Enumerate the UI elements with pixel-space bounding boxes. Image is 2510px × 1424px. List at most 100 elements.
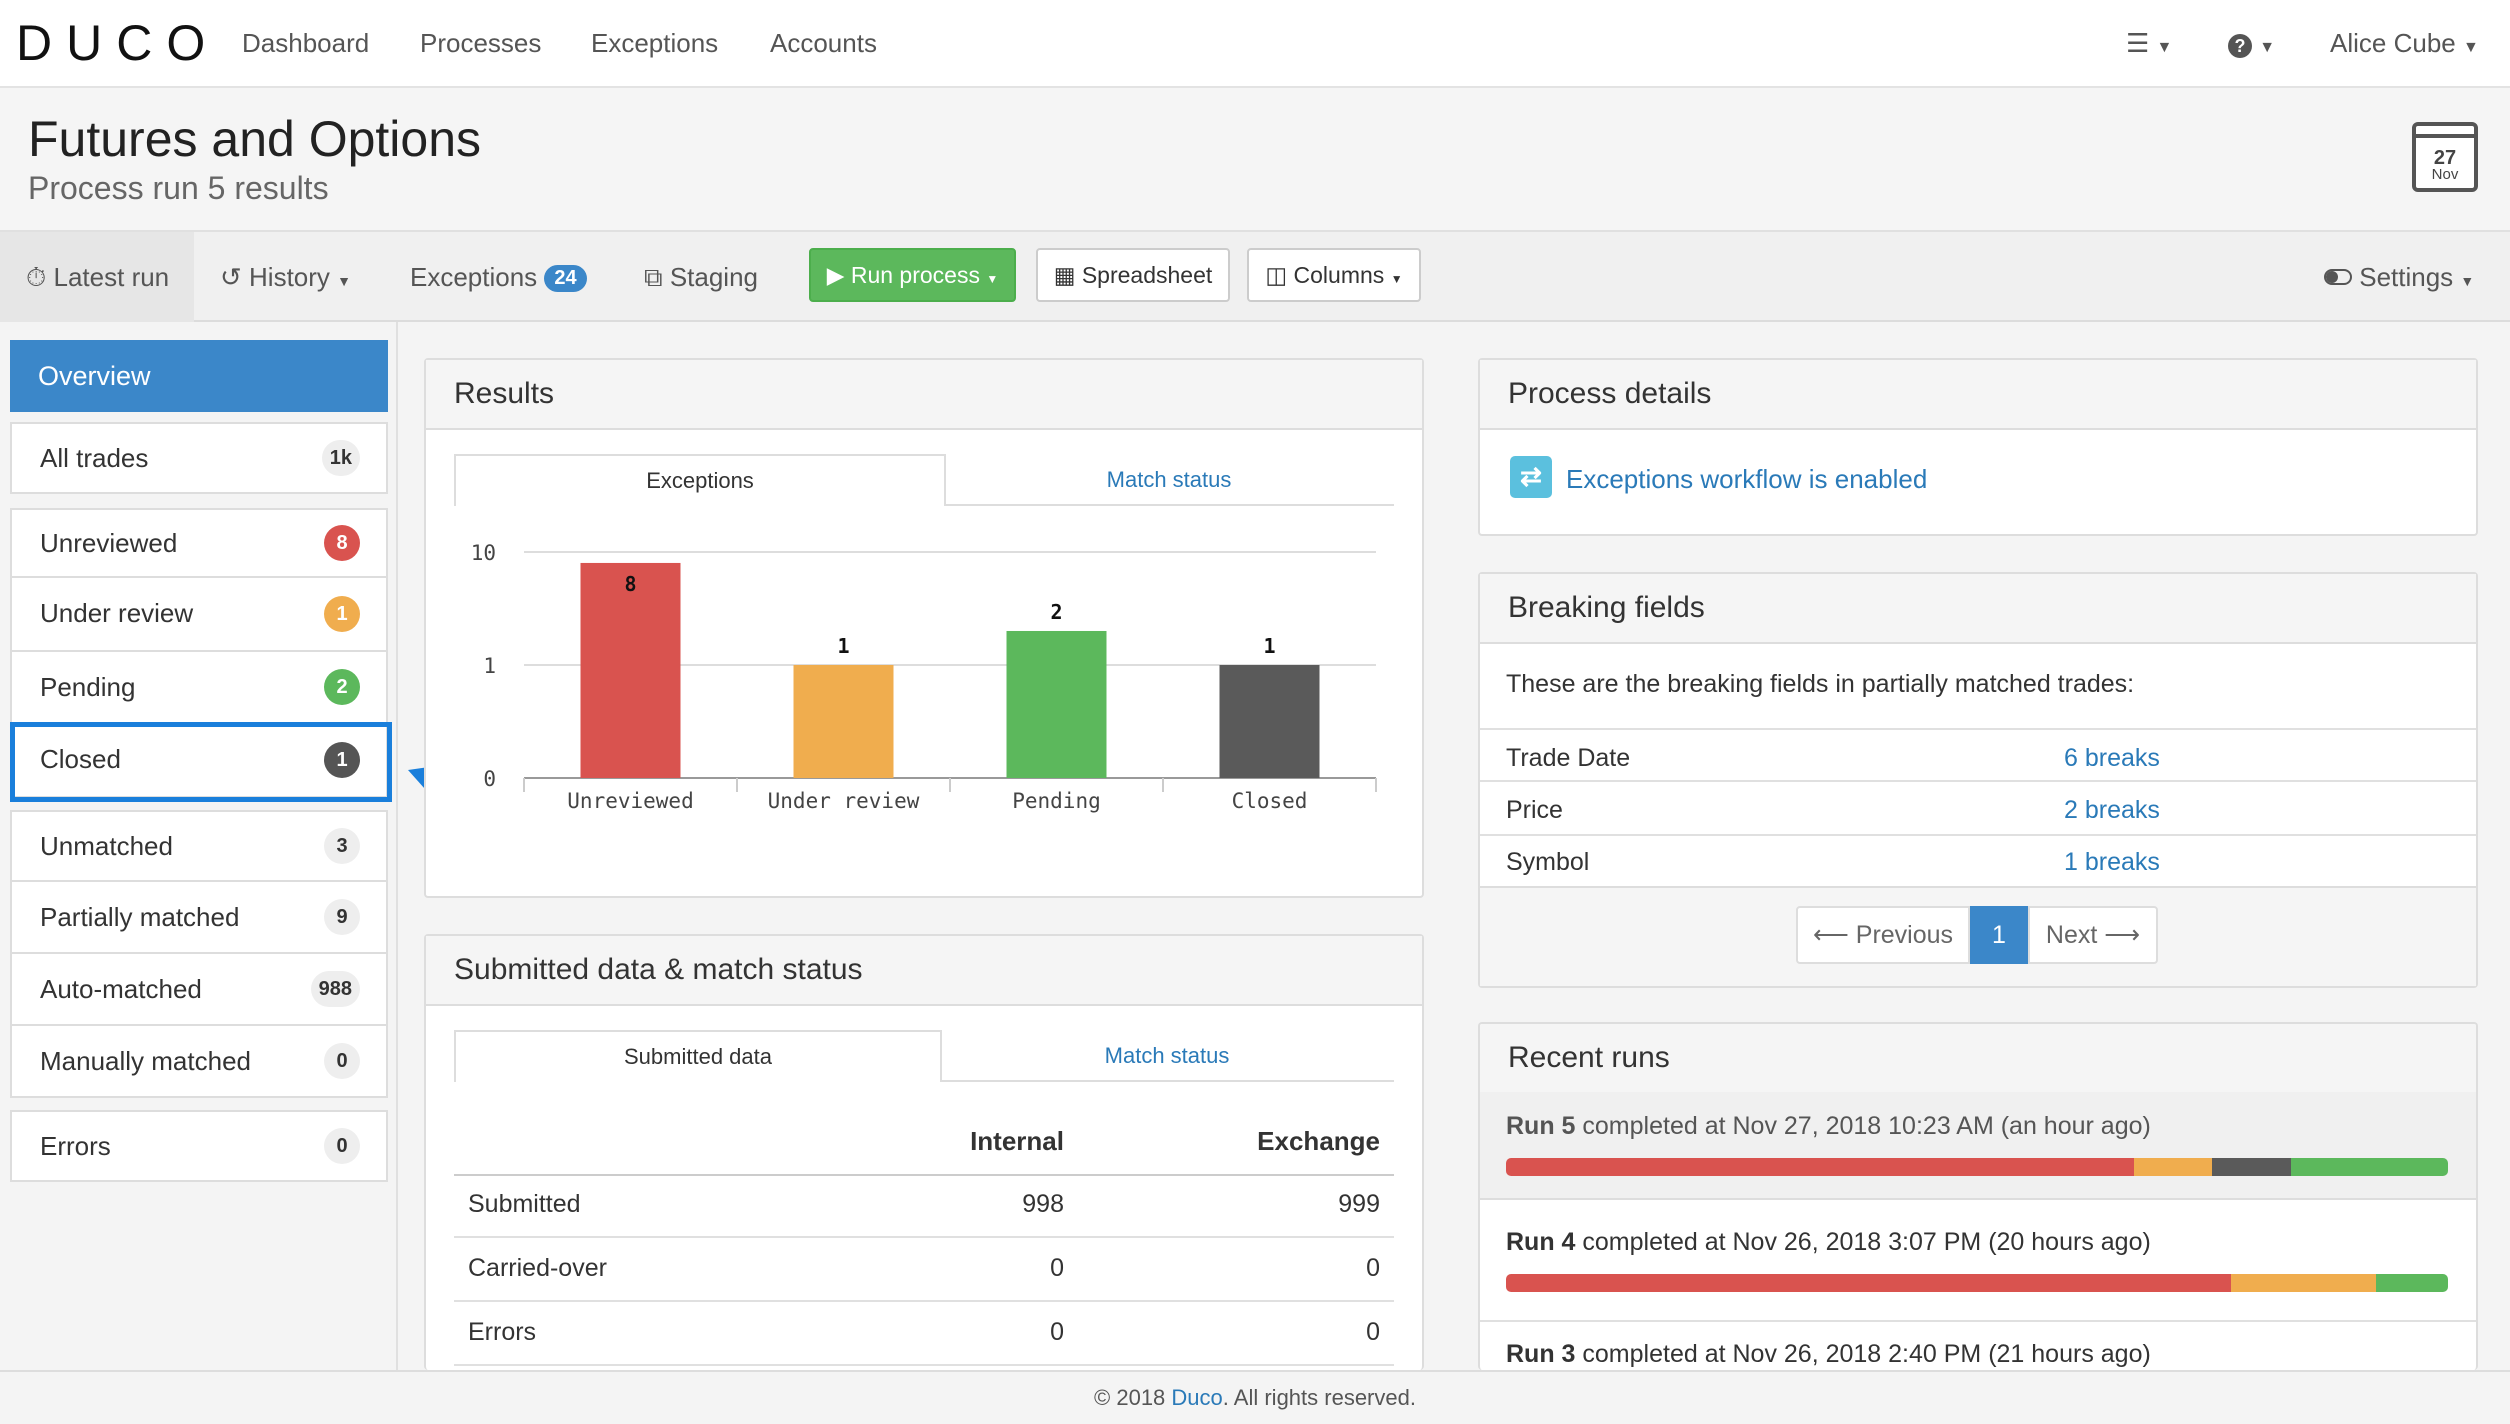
run-label: Run 3	[1506, 1340, 1576, 1368]
count-badge: 1k	[321, 440, 360, 476]
footer: © 2018 Duco. All rights reserved.	[0, 1370, 2510, 1424]
menu-dropdown[interactable]: ☰ ▼	[2126, 28, 2172, 59]
footer-copyright: © 2018	[1094, 1385, 1166, 1410]
row-label: Errors	[468, 1318, 537, 1346]
run-5-text: Run 5 completed at Nov 27, 2018 10:23 AM…	[1506, 1112, 2151, 1141]
run-4-progress-bar	[1506, 1274, 2448, 1292]
tab-history[interactable]: ↺ History ▼	[220, 262, 351, 293]
exceptions-text: Exceptions	[410, 262, 538, 292]
workflow-enabled-link[interactable]: Exceptions workflow is enabled	[1566, 464, 1927, 495]
run-3-text[interactable]: Run 3 completed at Nov 26, 2018 2:40 PM …	[1506, 1340, 2151, 1369]
duco-logo[interactable]: DUCO	[16, 14, 219, 72]
sidebar-item-unmatched[interactable]: Unmatched 3	[10, 810, 388, 882]
footer-rights: . All rights reserved.	[1222, 1385, 1416, 1410]
tab-underline	[946, 504, 1394, 506]
user-menu[interactable]: Alice Cube ▼	[2330, 28, 2479, 59]
process-details-title: Process details	[1480, 360, 2476, 430]
sidebar-item-errors[interactable]: Errors 0	[10, 1110, 388, 1182]
calendar-day: 27	[2433, 147, 2457, 169]
columns-icon: ◫	[1265, 262, 1288, 288]
spreadsheet-button[interactable]: ▦ Spreadsheet	[1036, 248, 1230, 302]
run-4-text[interactable]: Run 4 completed at Nov 26, 2018 3:07 PM …	[1506, 1228, 2151, 1257]
bar-under-review[interactable]	[793, 665, 894, 778]
calendar-icon[interactable]: 27 Nov	[2412, 122, 2478, 192]
x-tick-label: Unreviewed	[567, 789, 693, 813]
bar-pending[interactable]	[1006, 630, 1107, 778]
nav-processes[interactable]: Processes	[420, 28, 541, 59]
calendar-month: Nov	[2431, 166, 2459, 183]
toggle-icon	[2324, 269, 2352, 285]
next-page-button[interactable]: Next ⟶	[2028, 906, 2158, 964]
nav-dashboard[interactable]: Dashboard	[242, 28, 369, 59]
row-exchange: 0	[1366, 1254, 1380, 1282]
y-tick-label: 0	[483, 767, 496, 791]
sidebar-item-label: Auto-matched	[40, 974, 202, 1004]
run-item-5[interactable]	[1480, 1092, 2476, 1200]
tab-latest-run-label[interactable]: ⏱ Latest run	[26, 262, 169, 294]
process-details-panel: Process details	[1478, 358, 2478, 536]
run-bar-segment	[2290, 1158, 2448, 1176]
count-badge: 8	[324, 525, 360, 561]
sidebar-item-unreviewed[interactable]: Unreviewed 8	[10, 508, 388, 578]
breaking-field-link[interactable]: 1 breaks	[2064, 848, 2160, 877]
sidebar-item-pending[interactable]: Pending 2	[10, 652, 388, 724]
exceptions-bar-chart: 1010 8121 Unreviewed Under review Pending C…	[471, 541, 1377, 813]
tab-match-status-chart[interactable]: Match status	[946, 454, 1392, 506]
run-label: Run 5	[1506, 1112, 1576, 1140]
run-label: Run 4	[1506, 1228, 1576, 1256]
x-tick-label: Under review	[768, 789, 920, 813]
breaking-field-link[interactable]: 2 breaks	[2064, 796, 2160, 825]
x-tick-label: Pending	[1012, 789, 1101, 813]
sidebar-item-partially-matched[interactable]: Partially matched 9	[10, 882, 388, 954]
tab-submitted-data[interactable]: Submitted data	[454, 1030, 942, 1082]
breaking-fields-title: Breaking fields	[1480, 574, 2476, 644]
sidebar-item-under-review[interactable]: Under review 1	[10, 578, 388, 652]
copy-icon: ⧉	[644, 262, 663, 292]
row-label: Carried-over	[468, 1254, 607, 1282]
footer-brand-link[interactable]: Duco	[1171, 1385, 1222, 1410]
help-dropdown[interactable]: ? ▼	[2228, 28, 2275, 59]
col-internal-header: Internal	[970, 1126, 1064, 1156]
tab-match-status-table[interactable]: Match status	[942, 1030, 1392, 1082]
caret-down-icon: ▼	[2259, 39, 2276, 56]
caret-down-icon: ▼	[2462, 39, 2479, 56]
caret-down-icon: ▼	[2156, 39, 2173, 56]
chart-y-ticks: 1010	[471, 541, 496, 791]
sidebar-item-all-trades[interactable]: All trades 1k	[10, 422, 388, 494]
row-divider	[1480, 728, 2476, 730]
y-tick-label: 10	[471, 541, 496, 565]
nav-exceptions[interactable]: Exceptions	[591, 28, 718, 59]
run-bar-segment	[2376, 1274, 2448, 1292]
staging-text: Staging	[669, 262, 758, 292]
sidebar-item-label: Manually matched	[40, 1046, 251, 1076]
tab-underline	[942, 1080, 1394, 1082]
caret-down-icon: ▼	[1390, 272, 1403, 286]
settings-dropdown[interactable]: Settings ▼	[2324, 262, 2474, 293]
page-1-button[interactable]: 1	[1970, 906, 2028, 964]
bar-closed[interactable]	[1219, 665, 1320, 778]
tab-staging[interactable]: ⧉ Staging	[644, 262, 758, 294]
submitted-title: Submitted data & match status	[426, 936, 1422, 1006]
sidebar-item-label: Under review	[40, 598, 194, 628]
tab-exceptions[interactable]: Exceptions 24	[410, 262, 587, 293]
run-status: completed at Nov 26, 2018 2:40 PM (21 ho…	[1582, 1340, 2151, 1368]
breaking-field-name: Trade Date	[1506, 744, 1631, 772]
tab-exceptions-chart[interactable]: Exceptions	[454, 454, 946, 506]
previous-page-button[interactable]: ⟵ Previous	[1796, 906, 1970, 964]
columns-button[interactable]: ◫ Columns ▼	[1247, 248, 1421, 302]
sidebar-item-auto-matched[interactable]: Auto-matched 988	[10, 954, 388, 1026]
results-title: Results	[426, 360, 1422, 430]
data-label: 1	[837, 634, 849, 658]
sidebar-item-label: All trades	[40, 443, 149, 473]
count-badge: 988	[310, 971, 360, 1007]
sidebar-item-manually-matched[interactable]: Manually matched 0	[10, 1026, 388, 1098]
breaking-field-link[interactable]: 6 breaks	[2064, 744, 2160, 773]
nav-accounts[interactable]: Accounts	[770, 28, 877, 59]
row-divider	[454, 1300, 1394, 1302]
next-text: Next	[2045, 921, 2098, 949]
run-process-button[interactable]: ▶ Run process ▼	[809, 248, 1016, 302]
sidebar-item-overview[interactable]: Overview	[10, 340, 388, 412]
page-title: Futures and Options	[28, 111, 482, 167]
col-exchange-header: Exchange	[1257, 1126, 1380, 1156]
history-text: History	[249, 262, 330, 292]
